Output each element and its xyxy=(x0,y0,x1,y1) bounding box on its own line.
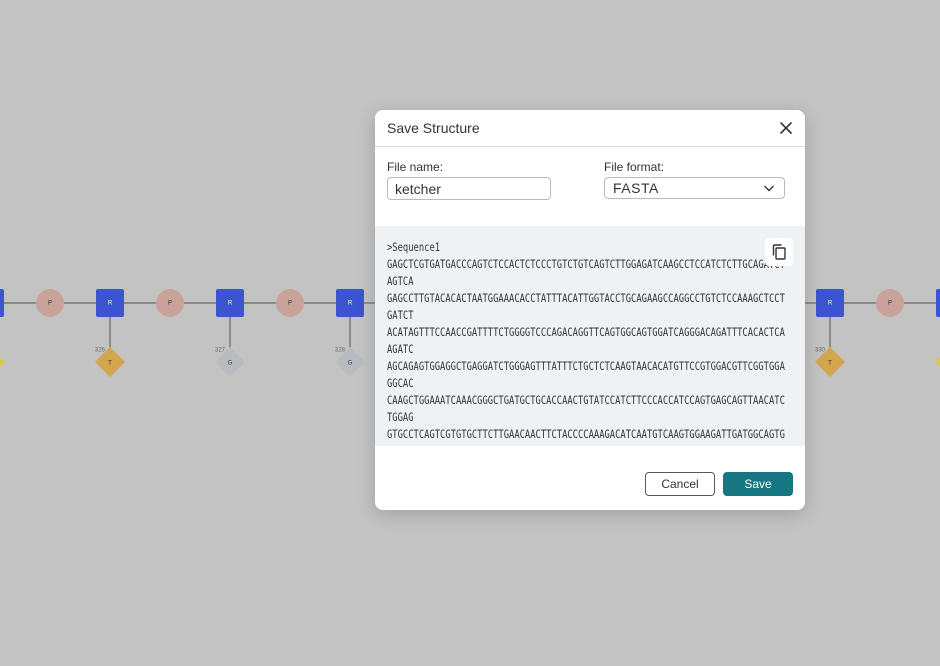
sugar-label: R xyxy=(828,301,833,307)
base-number: 327 xyxy=(215,348,226,354)
file-name-input[interactable] xyxy=(387,177,551,200)
base-monomer[interactable] xyxy=(0,347,5,377)
phosphate-label: P xyxy=(48,301,52,307)
phosphate-label: P xyxy=(888,301,892,307)
sugar-label: R xyxy=(108,301,113,307)
copy-icon xyxy=(772,244,786,260)
save-button[interactable]: Save xyxy=(723,472,793,496)
file-format-select[interactable]: FASTA xyxy=(604,177,785,199)
form-row: File name: File format: FASTA xyxy=(387,160,793,204)
base-label: G xyxy=(228,361,233,367)
file-format-value: FASTA xyxy=(613,180,659,196)
file-name-group: File name: xyxy=(387,160,551,200)
dialog-header: Save Structure xyxy=(375,110,805,147)
sugar-label: R xyxy=(348,301,353,307)
cancel-button[interactable]: Cancel xyxy=(645,472,715,496)
base-monomer[interactable] xyxy=(935,347,940,377)
sugar-monomer[interactable] xyxy=(936,289,940,317)
phosphate-label: P xyxy=(168,301,172,307)
structure-preview[interactable]: >Sequence1 GAGCTCGTGATGACCCAGTCTCCACTCTC… xyxy=(375,226,805,446)
preview-text: >Sequence1 GAGCTCGTGATGACCCAGTCTCCACTCTC… xyxy=(387,241,785,446)
base-label: G xyxy=(348,361,353,367)
phosphate-label: P xyxy=(288,301,292,307)
copy-button[interactable] xyxy=(765,238,793,266)
save-structure-dialog: Save Structure File name: File format: F… xyxy=(375,110,805,510)
base-number: 328 xyxy=(335,348,346,354)
close-icon[interactable] xyxy=(777,119,795,137)
file-format-group: File format: FASTA xyxy=(604,160,785,199)
base-number: 326 xyxy=(95,348,106,354)
file-format-label: File format: xyxy=(604,160,665,174)
dialog-title: Save Structure xyxy=(387,120,480,136)
base-label: T xyxy=(828,361,832,367)
sugar-monomer[interactable] xyxy=(0,289,4,317)
base-label: T xyxy=(108,361,112,367)
base-number: 330 xyxy=(815,348,826,354)
file-name-label: File name: xyxy=(387,160,444,174)
sugar-label: R xyxy=(228,301,233,307)
chevron-down-icon xyxy=(764,185,774,192)
